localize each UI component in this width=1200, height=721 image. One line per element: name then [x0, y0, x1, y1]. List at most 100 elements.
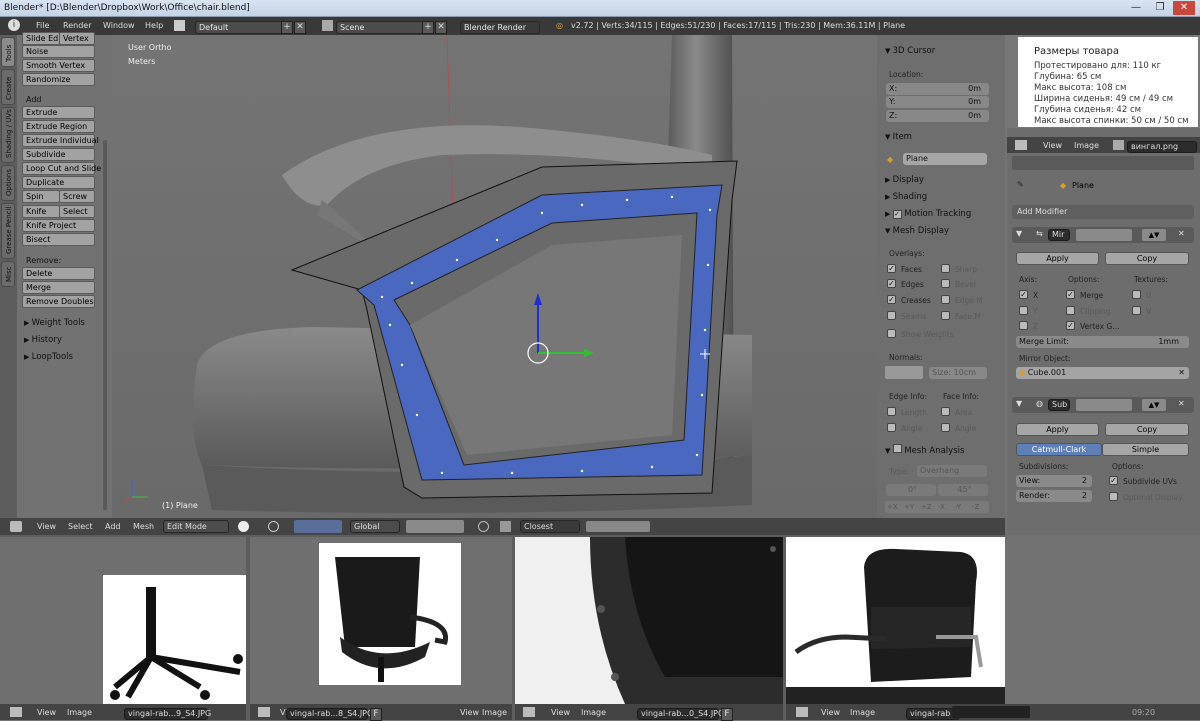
- remove-modifier-icon[interactable]: ✕: [1178, 399, 1185, 408]
- mesh-menu[interactable]: Mesh: [133, 522, 154, 531]
- edges-checkbox[interactable]: ✓: [887, 279, 896, 288]
- tab-create[interactable]: Create: [1, 69, 15, 105]
- vertex-groups-checkbox[interactable]: ✓: [1066, 321, 1075, 330]
- screen-layout-icon[interactable]: [174, 20, 185, 31]
- cursor-panel-header[interactable]: ▼ 3D Cursor: [885, 46, 935, 56]
- smooth-vertex-button[interactable]: Smooth Vertex: [22, 59, 95, 72]
- editor-type-icon[interactable]: [796, 707, 808, 717]
- face-marks-checkbox[interactable]: [941, 311, 950, 320]
- mirror-object-field[interactable]: ◆ Cube.001 ✕: [1016, 367, 1189, 379]
- axis-buttons[interactable]: +X +Y +Z -X -Y -Z: [885, 501, 989, 513]
- catmull-clark-button[interactable]: Catmull-Clark: [1016, 443, 1102, 456]
- extrude-button[interactable]: Extrude: [22, 106, 95, 119]
- render-buttons[interactable]: [586, 521, 650, 532]
- add-modifier-select[interactable]: Add Modifier: [1012, 205, 1194, 219]
- info-editor-icon[interactable]: i: [8, 19, 20, 31]
- add-scene-icon[interactable]: +: [422, 21, 434, 34]
- image-panel-4[interactable]: [786, 537, 1005, 704]
- image-image-menu[interactable]: Image: [1074, 141, 1099, 150]
- tool-shelf-scrollbar[interactable]: [103, 140, 107, 510]
- edge-marks-checkbox[interactable]: [941, 295, 950, 304]
- slide-edge-button[interactable]: Slide Ed: [22, 32, 60, 45]
- simple-button[interactable]: Simple: [1102, 443, 1189, 456]
- add-layout-icon[interactable]: +: [281, 21, 293, 34]
- randomize-button[interactable]: Randomize: [22, 73, 95, 86]
- mesh-analysis-panel-header[interactable]: ▼ Mesh Analysis: [885, 444, 964, 456]
- extrude-region-button[interactable]: Extrude Region: [22, 120, 95, 133]
- remove-doubles-button[interactable]: Remove Doubles: [22, 295, 95, 308]
- 3d-viewport[interactable]: User Ortho Meters (1) Plane: [112, 35, 882, 518]
- menu-help[interactable]: Help: [145, 21, 163, 30]
- texture-v-checkbox[interactable]: [1132, 306, 1141, 315]
- knife-button[interactable]: Knife: [22, 205, 60, 218]
- subsurf-name-field[interactable]: Sub: [1048, 399, 1070, 411]
- bisect-button[interactable]: Bisect: [22, 233, 95, 246]
- loop-cut-button[interactable]: Loop Cut and Slide: [22, 162, 101, 175]
- panel-4-image-menu[interactable]: Image: [850, 708, 875, 717]
- knife-select-button[interactable]: Select: [59, 205, 95, 218]
- mirror-modifier-header[interactable]: ▼ ⇆ Mir ▲▼ ✕: [1012, 227, 1194, 243]
- close-button[interactable]: ✕: [1173, 1, 1195, 15]
- faces-checkbox[interactable]: ✓: [887, 264, 896, 273]
- editor-type-icon[interactable]: [10, 707, 22, 717]
- tab-misc[interactable]: Misc: [1, 261, 15, 287]
- angle-max-field[interactable]: 45°: [938, 484, 988, 496]
- render-engine-select[interactable]: Blender Render: [460, 21, 540, 34]
- mirror-copy-button[interactable]: Copy: [1105, 252, 1189, 265]
- remove-layout-icon[interactable]: ✕: [294, 21, 306, 34]
- axis-y-checkbox[interactable]: [1019, 306, 1028, 315]
- subdivide-button[interactable]: Subdivide: [22, 148, 95, 161]
- mode-select[interactable]: Edit Mode: [163, 520, 229, 533]
- merge-button[interactable]: Merge: [22, 281, 95, 294]
- seams-checkbox[interactable]: [887, 311, 896, 320]
- screw-button[interactable]: Screw: [59, 190, 95, 203]
- add-menu[interactable]: Add: [105, 522, 121, 531]
- tab-grease-pencil[interactable]: Grease Pencil: [1, 203, 15, 259]
- cursor-y-field[interactable]: Y: 0m: [886, 96, 989, 108]
- menu-window[interactable]: Window: [103, 21, 135, 30]
- pivot-icon[interactable]: [268, 521, 279, 532]
- menu-file[interactable]: File: [36, 21, 49, 30]
- show-weights-checkbox[interactable]: [887, 329, 896, 338]
- image-view-menu[interactable]: View: [1043, 141, 1062, 150]
- panel-2-view-label[interactable]: View: [460, 708, 479, 717]
- item-name-field[interactable]: Plane: [903, 153, 987, 165]
- noise-button[interactable]: Noise: [22, 45, 95, 58]
- image-name-field[interactable]: вингал.png: [1127, 141, 1197, 153]
- image-panel-2[interactable]: [250, 537, 512, 704]
- looptools-panel[interactable]: ▶ LoopTools: [24, 352, 73, 362]
- maximize-button[interactable]: ❐: [1149, 1, 1171, 15]
- expand-arrow-icon[interactable]: ▼: [1016, 229, 1022, 238]
- tab-shading-uvs[interactable]: Shading / UVs: [1, 107, 15, 163]
- editor-type-icon[interactable]: [1015, 140, 1027, 150]
- analysis-type-select[interactable]: Overhang: [917, 465, 987, 477]
- area-checkbox[interactable]: [941, 407, 950, 416]
- optimal-display-checkbox[interactable]: [1109, 492, 1118, 501]
- minimize-button[interactable]: —: [1125, 1, 1147, 15]
- mesh-display-panel-header[interactable]: ▼ Mesh Display: [885, 226, 949, 236]
- length-checkbox[interactable]: [887, 407, 896, 416]
- select-mode-toggles[interactable]: [406, 520, 464, 533]
- face-angle-checkbox[interactable]: [941, 423, 950, 432]
- panel-2-image-label[interactable]: Image: [482, 708, 507, 717]
- move-up-down-icons[interactable]: ▲▼: [1142, 229, 1166, 241]
- panel-3-view-menu[interactable]: View: [551, 708, 570, 717]
- move-up-down-icons[interactable]: ▲▼: [1142, 399, 1166, 411]
- angle-min-field[interactable]: 0°: [886, 484, 936, 496]
- remove-scene-icon[interactable]: ✕: [435, 21, 447, 34]
- subsurf-display-toggles[interactable]: [1076, 399, 1132, 411]
- normal-size-field[interactable]: Size: 10cm: [929, 367, 987, 379]
- fake-user-button[interactable]: F: [721, 708, 733, 721]
- bevel-checkbox[interactable]: [941, 279, 950, 288]
- mirror-name-field[interactable]: Mir: [1048, 229, 1070, 241]
- select-menu[interactable]: Select: [68, 522, 93, 531]
- cursor-z-field[interactable]: Z: 0m: [886, 110, 989, 122]
- shading-panel-header[interactable]: ▶ Shading: [885, 192, 927, 202]
- panel-3-image-menu[interactable]: Image: [581, 708, 606, 717]
- subsurf-copy-button[interactable]: Copy: [1105, 423, 1189, 436]
- panel-1-view-menu[interactable]: View: [37, 708, 56, 717]
- extrude-individual-button[interactable]: Extrude Individual: [22, 134, 99, 147]
- axis-x-checkbox[interactable]: ✓: [1019, 290, 1028, 299]
- history-panel[interactable]: ▶ History: [24, 335, 62, 345]
- item-panel-header[interactable]: ▼ Item: [885, 132, 912, 142]
